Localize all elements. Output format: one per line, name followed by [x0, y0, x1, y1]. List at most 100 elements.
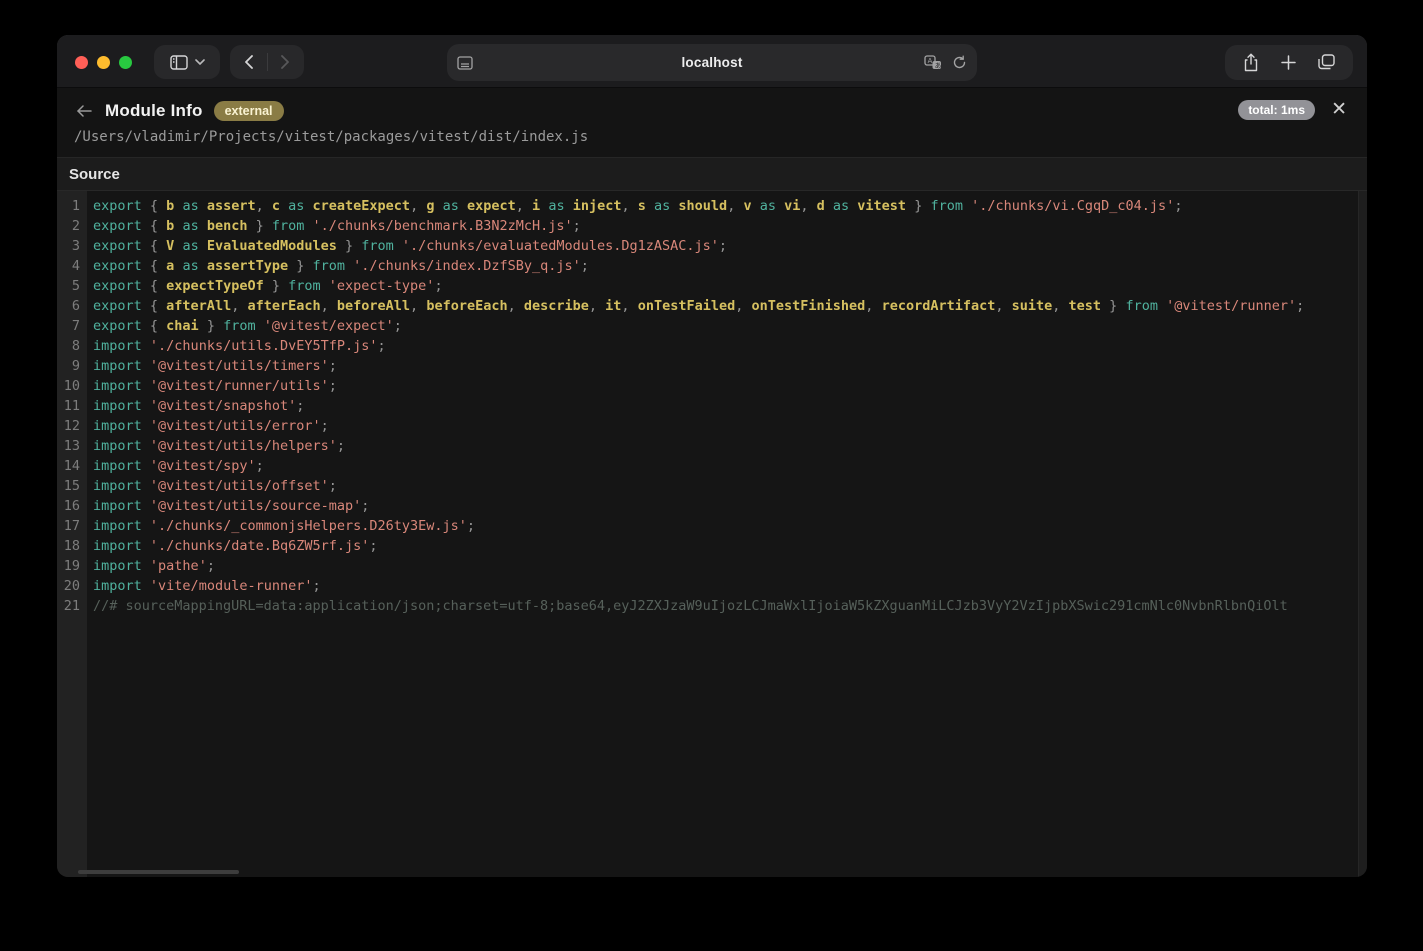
module-info-header: Module Info external total: 1ms ✕ /Users…	[57, 88, 1367, 157]
code-text: export { V as EvaluatedModules } from '.…	[87, 236, 727, 256]
line-number: 21	[57, 596, 87, 616]
code-lines: 1export { b as assert, c as createExpect…	[57, 196, 1358, 877]
line-number: 2	[57, 216, 87, 236]
code-line: 12import '@vitest/utils/error';	[57, 416, 1358, 436]
total-time-badge: total: 1ms	[1238, 100, 1315, 120]
line-number: 7	[57, 316, 87, 336]
code-line: 9import '@vitest/utils/timers';	[57, 356, 1358, 376]
code-line: 7export { chai } from '@vitest/expect';	[57, 316, 1358, 336]
reload-icon[interactable]	[952, 55, 967, 70]
code-line: 15import '@vitest/utils/offset';	[57, 476, 1358, 496]
sidebar-icon	[170, 55, 188, 70]
new-tab-icon[interactable]	[1281, 55, 1296, 70]
file-path: /Users/vladimir/Projects/vitest/packages…	[74, 129, 1351, 145]
close-panel-button[interactable]: ✕	[1327, 96, 1351, 123]
code-text: import '@vitest/utils/helpers';	[87, 436, 345, 456]
line-number: 20	[57, 576, 87, 596]
line-number: 6	[57, 296, 87, 316]
line-number: 17	[57, 516, 87, 536]
line-number: 9	[57, 356, 87, 376]
line-number: 13	[57, 436, 87, 456]
code-text: import 'pathe';	[87, 556, 215, 576]
code-line: 14import '@vitest/spy';	[57, 456, 1358, 476]
line-number: 14	[57, 456, 87, 476]
module-info-page: Module Info external total: 1ms ✕ /Users…	[57, 88, 1367, 877]
svg-text:A: A	[928, 58, 933, 65]
code-editor[interactable]: 1export { b as assert, c as createExpect…	[57, 191, 1367, 877]
code-text: import '@vitest/utils/timers';	[87, 356, 337, 376]
line-number: 15	[57, 476, 87, 496]
line-number: 12	[57, 416, 87, 436]
code-line: 13import '@vitest/utils/helpers';	[57, 436, 1358, 456]
line-number: 4	[57, 256, 87, 276]
code-line: 6export { afterAll, afterEach, beforeAll…	[57, 296, 1358, 316]
code-text: export { afterAll, afterEach, beforeAll,…	[87, 296, 1304, 316]
code-text: import '@vitest/utils/offset';	[87, 476, 337, 496]
vertical-scrollbar[interactable]	[1358, 191, 1367, 877]
back-nav-button[interactable]	[231, 45, 267, 79]
back-button[interactable]	[74, 103, 94, 119]
code-text: import 'vite/module-runner';	[87, 576, 321, 596]
chevron-down-icon	[195, 59, 205, 65]
svg-text:あ: あ	[935, 61, 942, 69]
page-title: Module Info	[105, 101, 203, 121]
zoom-window-button[interactable]	[119, 56, 132, 69]
code-text: import '@vitest/utils/source-map';	[87, 496, 369, 516]
code-line: 2export { b as bench } from './chunks/be…	[57, 216, 1358, 236]
code-text: export { expectTypeOf } from 'expect-typ…	[87, 276, 443, 296]
code-line: 1export { b as assert, c as createExpect…	[57, 196, 1358, 216]
code-line: 20import 'vite/module-runner';	[57, 576, 1358, 596]
close-window-button[interactable]	[75, 56, 88, 69]
nav-buttons	[230, 45, 304, 79]
code-line: 5export { expectTypeOf } from 'expect-ty…	[57, 276, 1358, 296]
code-text: import '@vitest/snapshot';	[87, 396, 304, 416]
sidebar-toggle[interactable]	[154, 45, 220, 79]
back-arrow-icon	[76, 105, 92, 117]
line-number: 11	[57, 396, 87, 416]
line-number: 19	[57, 556, 87, 576]
code-text: import '@vitest/runner/utils';	[87, 376, 337, 396]
code-text: export { b as bench } from './chunks/ben…	[87, 216, 581, 236]
code-text: import './chunks/utils.DvEY5TfP.js';	[87, 336, 386, 356]
code-line: 11import '@vitest/snapshot';	[57, 396, 1358, 416]
code-text: import './chunks/date.Bq6ZW5rf.js';	[87, 536, 378, 556]
code-line: 17import './chunks/_commonjsHelpers.D26t…	[57, 516, 1358, 536]
chevron-right-icon	[281, 55, 290, 69]
code-line: 16import '@vitest/utils/source-map';	[57, 496, 1358, 516]
page-settings-icon[interactable]	[457, 56, 473, 70]
line-number: 3	[57, 236, 87, 256]
traffic-lights	[75, 56, 132, 69]
line-number: 18	[57, 536, 87, 556]
code-text: export { b as assert, c as createExpect,…	[87, 196, 1182, 216]
browser-window: localhost A あ	[57, 35, 1367, 877]
horizontal-scrollbar-thumb[interactable]	[78, 870, 239, 874]
forward-nav-button[interactable]	[268, 45, 304, 79]
line-number: 10	[57, 376, 87, 396]
address-bar[interactable]: localhost A あ	[447, 44, 977, 81]
line-number: 16	[57, 496, 87, 516]
line-number: 1	[57, 196, 87, 216]
code-line: 21//# sourceMappingURL=data:application/…	[57, 596, 1358, 616]
code-text: import '@vitest/spy';	[87, 456, 264, 476]
code-line: 4export { a as assertType } from './chun…	[57, 256, 1358, 276]
code-text: //# sourceMappingURL=data:application/js…	[87, 596, 1288, 616]
code-line: 19import 'pathe';	[57, 556, 1358, 576]
browser-toolbar: localhost A あ	[57, 35, 1367, 88]
source-label: Source	[69, 166, 120, 183]
line-number: 8	[57, 336, 87, 356]
tab-overview-icon[interactable]	[1318, 54, 1335, 70]
url-text: localhost	[447, 55, 977, 70]
code-line: 8import './chunks/utils.DvEY5TfP.js';	[57, 336, 1358, 356]
code-line: 10import '@vitest/runner/utils';	[57, 376, 1358, 396]
minimize-window-button[interactable]	[97, 56, 110, 69]
code-line: 3export { V as EvaluatedModules } from '…	[57, 236, 1358, 256]
share-icon[interactable]	[1243, 53, 1259, 72]
code-line: 18import './chunks/date.Bq6ZW5rf.js';	[57, 536, 1358, 556]
external-badge: external	[214, 101, 284, 121]
code-text: import './chunks/_commonjsHelpers.D26ty3…	[87, 516, 475, 536]
source-section-bar: Source	[57, 157, 1367, 191]
chevron-left-icon	[244, 55, 253, 69]
code-text: import '@vitest/utils/error';	[87, 416, 329, 436]
code-text: export { chai } from '@vitest/expect';	[87, 316, 402, 336]
translate-icon[interactable]: A あ	[924, 55, 942, 70]
